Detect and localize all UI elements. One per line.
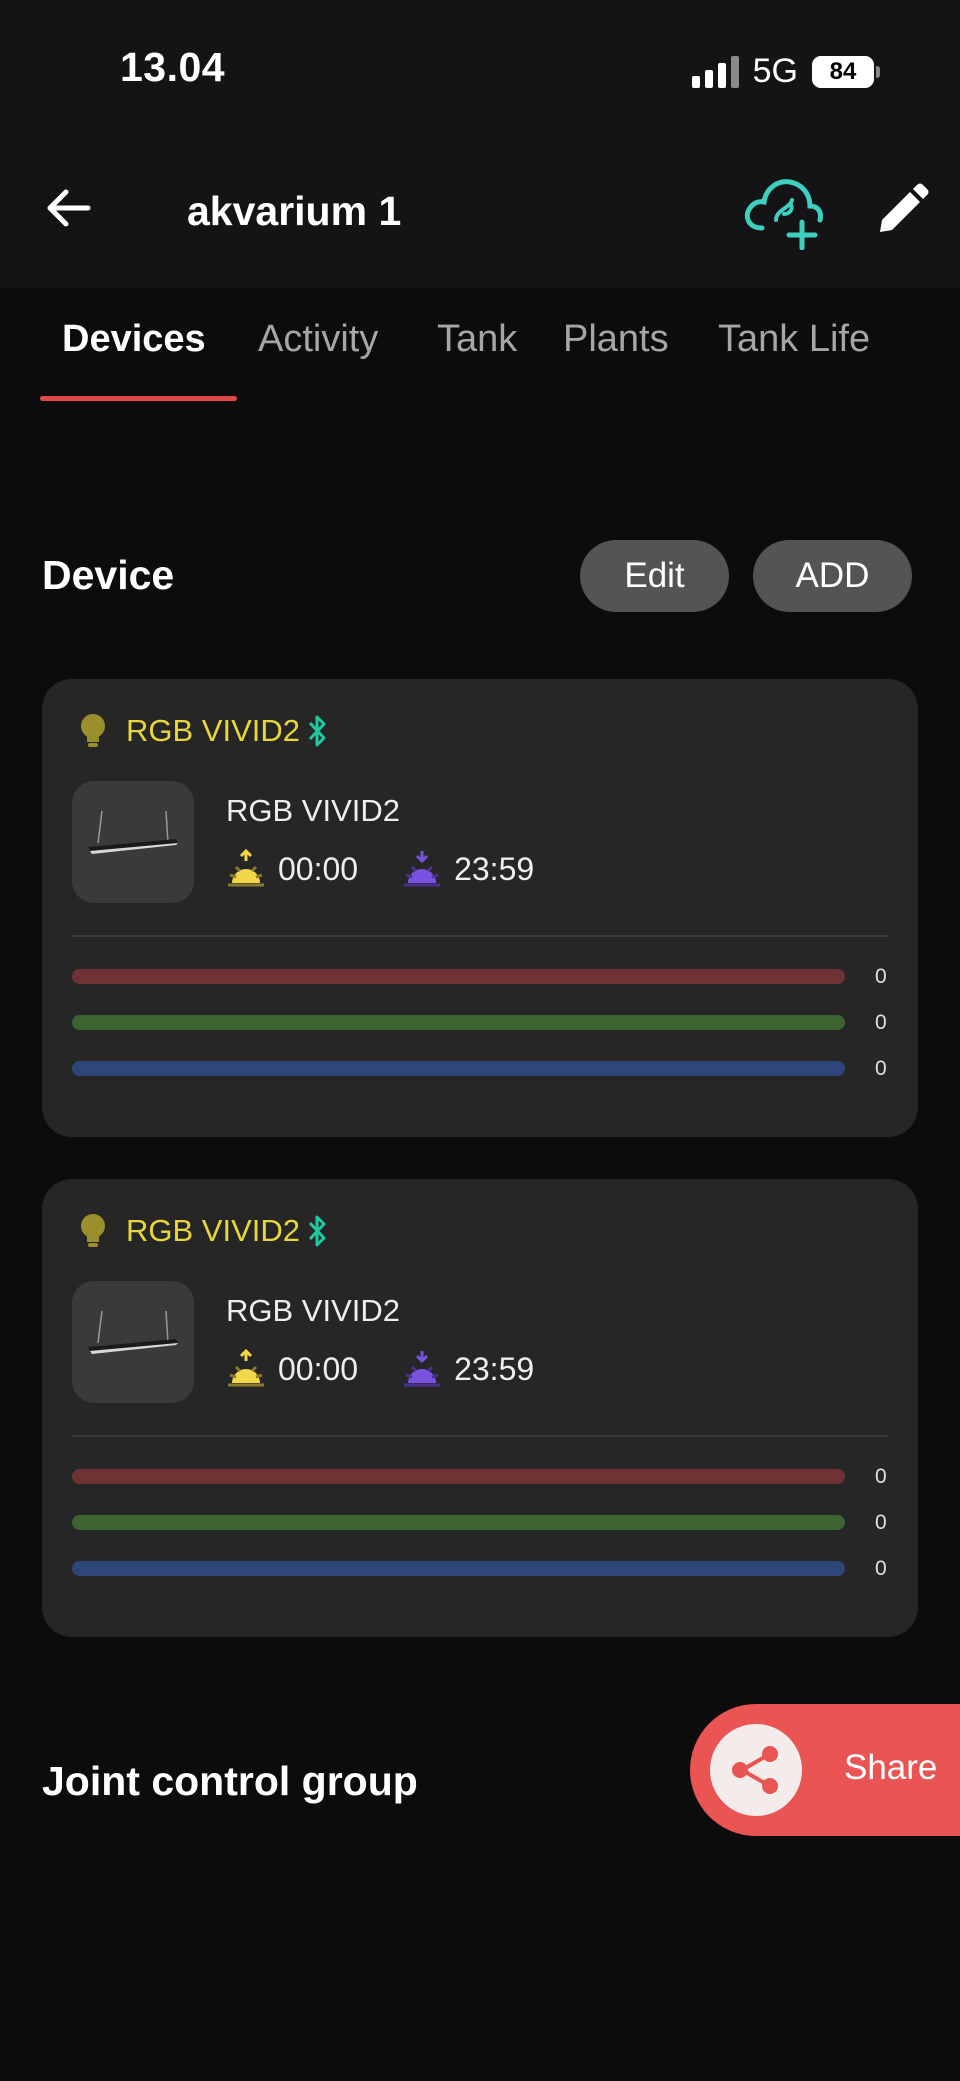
red-channel-value: 0 [875,965,887,988]
divider [72,935,888,937]
add-button[interactable]: ADD [753,540,912,612]
signal-icon [691,55,739,88]
red-channel-value: 0 [875,1465,887,1488]
edit-button[interactable]: Edit [580,540,729,612]
sunrise-time: 00:00 [278,850,359,887]
bulb-icon [81,1214,105,1247]
device-model: RGB VIVID2 [226,1293,400,1328]
joint-control-title: Joint control group [42,1758,418,1804]
battery-level: 84 [812,55,874,88]
green-channel-bar[interactable] [72,1515,845,1530]
share-icon [710,1724,802,1816]
cloud-add-icon[interactable] [740,170,834,251]
share-button[interactable]: Share [690,1704,960,1836]
tab-tank[interactable]: Tank [437,318,517,361]
divider [72,1435,888,1437]
bulb-icon [81,714,105,747]
green-channel-value: 0 [875,1011,887,1034]
green-channel-value: 0 [875,1511,887,1534]
back-arrow-icon[interactable] [42,182,94,234]
status-indicators: 5G 84 [691,52,880,91]
device-section-title: Device [42,552,175,598]
page-title: akvarium 1 [187,188,402,234]
active-tab-indicator [40,396,237,401]
network-type: 5G [752,52,798,90]
sunrise-icon [228,1349,264,1387]
device-thumbnail [72,1281,194,1403]
share-label: Share [844,1748,938,1787]
pencil-icon[interactable] [872,182,930,240]
device-model: RGB VIVID2 [226,793,400,828]
bluetooth-icon [308,715,326,747]
top-bar: 13.04 5G 84 akvarium 1 [0,0,960,288]
sunset-icon [404,1351,441,1387]
tab-plants[interactable]: Plants [563,318,669,361]
green-channel-bar[interactable] [72,1015,845,1030]
red-channel-bar[interactable] [72,969,845,984]
device-card-header: RGB VIVID2 [78,713,328,749]
sunset-time: 23:59 [454,850,535,887]
sunset-time: 23:59 [454,1350,535,1387]
device-card[interactable]: RGB VIVID2 RGB VIVID2 00:00 23:59 0 0 0 [42,679,918,1137]
tab-bar: Devices Activity Tank Plants Tank Life [0,288,960,408]
device-card[interactable]: RGB VIVID2 RGB VIVID2 00:00 23:59 0 0 0 [42,1179,918,1637]
schedule-row: 00:00 23:59 [226,1349,534,1389]
sunrise-time: 00:00 [278,1350,359,1387]
device-thumbnail [72,781,194,903]
device-name: RGB VIVID2 [126,1213,300,1248]
bluetooth-icon [308,1215,326,1247]
blue-channel-bar[interactable] [72,1561,845,1576]
device-name: RGB VIVID2 [126,713,300,748]
red-channel-bar[interactable] [72,1469,845,1484]
battery-icon: 84 [812,55,880,88]
blue-channel-value: 0 [875,1557,887,1580]
blue-channel-bar[interactable] [72,1061,845,1076]
tab-tank-life[interactable]: Tank Life [718,318,870,361]
blue-channel-value: 0 [875,1057,887,1080]
status-time: 13.04 [120,44,226,90]
tab-devices[interactable]: Devices [62,318,206,361]
sunset-icon [404,851,441,887]
tab-activity[interactable]: Activity [258,318,378,361]
device-card-header: RGB VIVID2 [78,1213,328,1249]
schedule-row: 00:00 23:59 [226,849,534,889]
sunrise-icon [228,849,264,887]
